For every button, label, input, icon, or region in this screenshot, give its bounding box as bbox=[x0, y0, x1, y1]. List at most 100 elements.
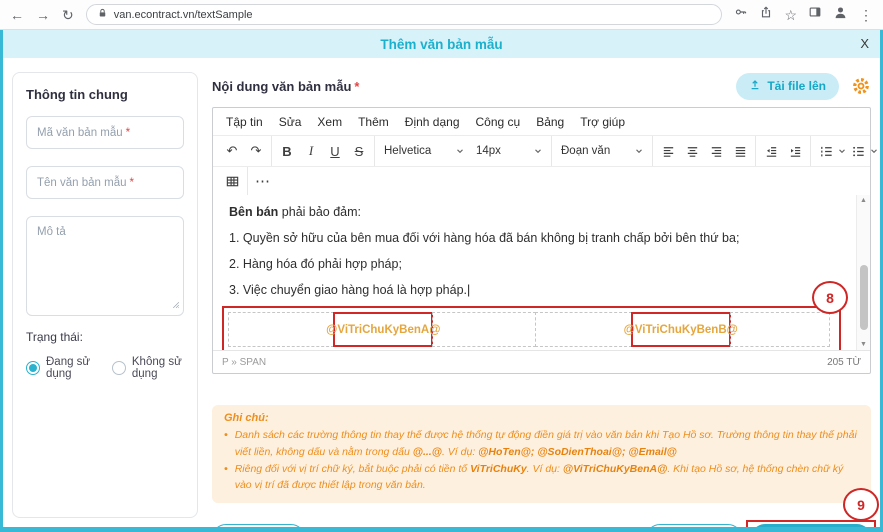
description-field[interactable]: Mô tả bbox=[26, 216, 184, 316]
close-button[interactable]: Đóng (Esc) bbox=[646, 524, 741, 532]
radio-inactive[interactable]: Không sử dụng bbox=[112, 356, 184, 380]
browser-actions: ☆ ⋮ bbox=[734, 5, 873, 25]
back-icon[interactable]: ← bbox=[10, 8, 24, 22]
menu-help[interactable]: Trợ giúp bbox=[573, 112, 632, 132]
bullet-list-icon[interactable] bbox=[846, 139, 870, 163]
content-header: Nội dung văn bản mẫu* Tải file lên bbox=[212, 72, 871, 100]
outdent-icon[interactable] bbox=[759, 139, 783, 163]
note-line-1: • Danh sách các trường thông tin thay th… bbox=[224, 427, 859, 461]
paragraph-bold-text: Bên bán bbox=[229, 205, 278, 219]
menu-insert[interactable]: Thêm bbox=[351, 112, 396, 132]
share-icon[interactable] bbox=[759, 5, 773, 24]
note-bold-text: @ViTriChuKyBenA@ bbox=[563, 463, 668, 475]
page: ← → ↻ van.econtract.vn/textSample ☆ ⋮ bbox=[0, 0, 883, 532]
rich-text-editor: Tập tin Sửa Xem Thêm Định dạng Công cụ B… bbox=[212, 107, 871, 374]
block-format-select[interactable]: Đoạn văn bbox=[555, 142, 649, 160]
font-family-select[interactable]: Helvetica bbox=[378, 142, 470, 160]
chevron-down-icon[interactable] bbox=[838, 147, 846, 155]
scroll-down-icon[interactable]: ▼ bbox=[860, 341, 867, 348]
browser-chrome: ← → ↻ van.econtract.vn/textSample ☆ ⋮ bbox=[0, 0, 883, 30]
element-path[interactable]: P » SPAN bbox=[222, 357, 266, 368]
table-cell[interactable] bbox=[730, 312, 830, 347]
side-panel-icon[interactable] bbox=[808, 5, 822, 24]
menu-edit[interactable]: Sửa bbox=[272, 112, 309, 132]
table-tool-group bbox=[217, 167, 248, 195]
paragraph: 1. Quyền sở hữu của bên mua đối với hàng… bbox=[229, 229, 840, 247]
save-button-wrap: Ghi lại (Ctrl + S) 9 bbox=[751, 524, 871, 532]
template-name-field[interactable]: Tên văn bản mẫu * bbox=[26, 166, 184, 199]
star-icon[interactable]: ☆ bbox=[784, 8, 797, 22]
status-label: Trạng thái: bbox=[26, 330, 184, 344]
align-center-icon[interactable] bbox=[680, 139, 704, 163]
table-cell[interactable] bbox=[535, 312, 632, 347]
menu-file[interactable]: Tập tin bbox=[219, 112, 270, 132]
profile-avatar-icon[interactable] bbox=[833, 5, 848, 25]
note-text: . Ví dụ: bbox=[527, 463, 563, 475]
underline-button[interactable]: U bbox=[323, 139, 347, 163]
paragraph-text: 3. Việc chuyển giao hàng hoá là hợp pháp… bbox=[229, 283, 467, 297]
align-right-icon[interactable] bbox=[704, 139, 728, 163]
word-count[interactable]: 205 TỪ bbox=[827, 357, 861, 368]
italic-button[interactable]: I bbox=[299, 139, 323, 163]
gear-icon[interactable] bbox=[851, 76, 871, 96]
radio-inactive-label: Không sử dụng bbox=[132, 356, 184, 380]
menu-tools[interactable]: Công cụ bbox=[469, 112, 528, 132]
radio-active[interactable]: Đang sử dụng bbox=[26, 356, 94, 380]
reload-icon[interactable]: ↻ bbox=[62, 8, 74, 22]
paragraph: Bên bán phải bảo đảm: bbox=[229, 203, 840, 221]
forward-icon[interactable]: → bbox=[36, 8, 50, 22]
general-info-panel: Thông tin chung Mã văn bản mẫu * Tên văn… bbox=[12, 72, 198, 518]
redo-icon[interactable]: ↷ bbox=[244, 139, 268, 163]
menu-format[interactable]: Định dạng bbox=[398, 112, 467, 132]
save-button[interactable]: Ghi lại (Ctrl + S) bbox=[751, 524, 871, 532]
template-name-placeholder: Tên văn bản mẫu bbox=[37, 177, 127, 189]
editor-toolbar: ↶ ↷ B I U S Helvetica 14px bbox=[213, 135, 870, 166]
strikethrough-button[interactable]: S bbox=[347, 139, 371, 163]
signature-table[interactable]: @ViTriChuKyBenA@ @ViTriChuKyBenB@ bbox=[229, 312, 836, 347]
menu-view[interactable]: Xem bbox=[310, 112, 349, 132]
content-title-text: Nội dung văn bản mẫu bbox=[212, 79, 351, 94]
editor-scrollbar[interactable]: ▲ ▼ bbox=[856, 195, 870, 350]
indent-icon[interactable] bbox=[783, 139, 807, 163]
upload-label: Tải file lên bbox=[767, 79, 826, 93]
paragraph: 2. Hàng hóa đó phải hợp pháp; bbox=[229, 255, 840, 273]
align-left-icon[interactable] bbox=[656, 139, 680, 163]
required-mark: * bbox=[354, 79, 359, 94]
signature-token-benA[interactable]: @ViTriChuKyBenA@ bbox=[333, 312, 433, 347]
table-cell[interactable] bbox=[432, 312, 535, 347]
more-tools-icon[interactable]: ⋯ bbox=[251, 169, 275, 193]
table-icon[interactable] bbox=[220, 169, 244, 193]
table-cell[interactable] bbox=[228, 312, 334, 347]
align-justify-icon[interactable] bbox=[728, 139, 752, 163]
menu-table[interactable]: Bảng bbox=[529, 112, 571, 132]
note-bold-text: @...@ bbox=[413, 446, 442, 458]
ordered-list-icon[interactable] bbox=[814, 139, 838, 163]
address-bar[interactable]: van.econtract.vn/textSample bbox=[86, 4, 723, 25]
editor-toolbar-row2: ⋯ bbox=[213, 166, 870, 195]
scrollbar-thumb[interactable] bbox=[860, 265, 868, 330]
resize-grip-icon[interactable] bbox=[171, 300, 180, 312]
editor-content[interactable]: Bên bán phải bảo đảm: 1. Quyền sở hữu củ… bbox=[213, 195, 870, 350]
key-icon[interactable] bbox=[734, 5, 748, 24]
modal-header: Thêm văn bản mẫu X bbox=[0, 30, 883, 58]
browser-menu-icon[interactable]: ⋮ bbox=[859, 8, 873, 22]
align-group bbox=[653, 136, 756, 166]
bold-button[interactable]: B bbox=[275, 139, 299, 163]
undo-icon[interactable]: ↶ bbox=[220, 139, 244, 163]
indent-group bbox=[756, 136, 811, 166]
font-size-select[interactable]: 14px bbox=[470, 142, 548, 160]
lock-icon bbox=[97, 6, 108, 24]
scroll-up-icon[interactable]: ▲ bbox=[860, 197, 867, 204]
description-placeholder: Mô tả bbox=[37, 226, 66, 238]
upload-file-button[interactable]: Tải file lên bbox=[736, 73, 839, 100]
note-bold-text: ViTriChuKy bbox=[470, 463, 527, 475]
chevron-down-icon[interactable] bbox=[870, 147, 878, 155]
annotation-badge-9: 9 bbox=[843, 488, 879, 521]
template-code-field[interactable]: Mã văn bản mẫu * bbox=[26, 116, 184, 149]
radio-unselected-icon bbox=[112, 361, 126, 375]
close-icon[interactable]: X bbox=[860, 36, 869, 51]
paragraph-text: phải bảo đảm: bbox=[278, 205, 361, 219]
required-mark: * bbox=[130, 177, 134, 189]
signature-token-benB[interactable]: @ViTriChuKyBenB@ bbox=[631, 312, 731, 347]
preview-button[interactable]: Xem trước bbox=[212, 524, 305, 532]
